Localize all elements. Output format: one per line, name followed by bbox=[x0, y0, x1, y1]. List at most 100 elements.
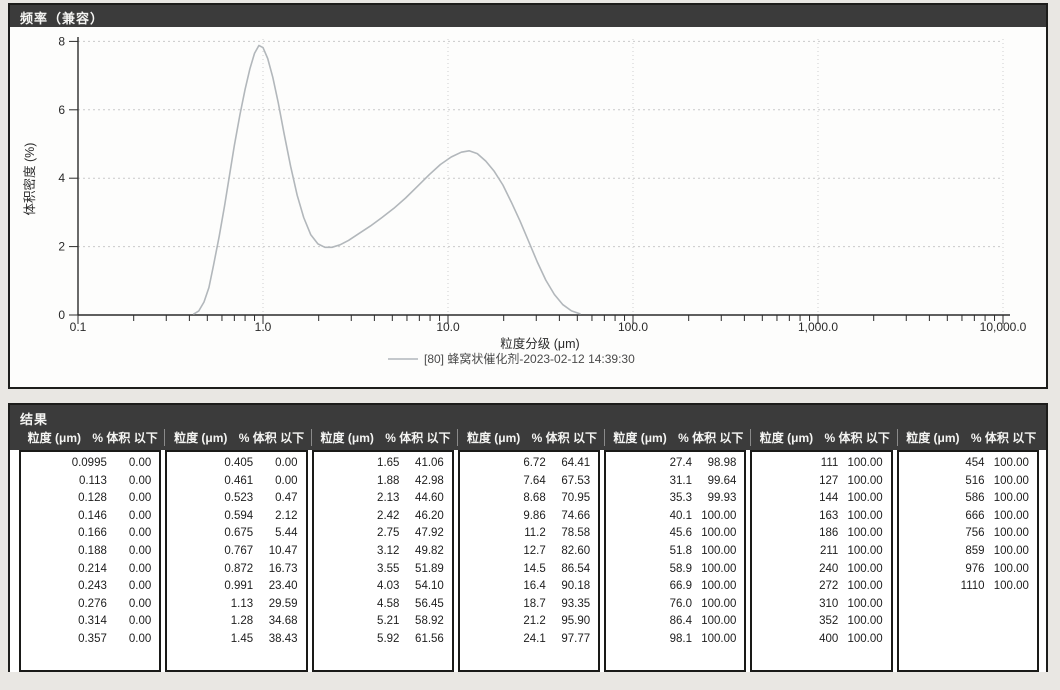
table-row: 35.399.93 bbox=[606, 490, 744, 508]
size-cell: 40.1 bbox=[606, 508, 696, 526]
column-header-pct: % 体积 以下 bbox=[90, 429, 161, 446]
y-tick-label: 4 bbox=[58, 171, 65, 185]
pct-cell: 70.95 bbox=[550, 490, 598, 508]
pct-cell: 0.00 bbox=[111, 508, 159, 526]
pct-cell: 100.00 bbox=[696, 613, 744, 631]
size-cell: 0.276 bbox=[21, 596, 111, 614]
size-cell: 0.214 bbox=[21, 561, 111, 579]
x-tick-label: 100.0 bbox=[618, 320, 648, 334]
size-cell: 0.594 bbox=[167, 508, 257, 526]
size-cell: 14.5 bbox=[460, 561, 550, 579]
table-row: 31.199.64 bbox=[606, 473, 744, 491]
column-header-pct: % 体积 以下 bbox=[968, 429, 1039, 446]
pct-cell: 0.00 bbox=[111, 613, 159, 631]
table-row: 0.1460.00 bbox=[21, 508, 159, 526]
size-cell: 8.68 bbox=[460, 490, 550, 508]
table-row: 0.2140.00 bbox=[21, 561, 159, 579]
chart-body: 024680.11.010.0100.01,000.010,000.0粒度分级 … bbox=[10, 27, 1046, 387]
size-cell: 0.872 bbox=[167, 561, 257, 579]
pct-cell: 100.00 bbox=[842, 508, 890, 526]
column-header-size: 粒度 (μm) bbox=[898, 429, 969, 446]
table-row: 4.5856.45 bbox=[314, 596, 452, 614]
pct-cell: 0.00 bbox=[111, 561, 159, 579]
table-row: 14.586.54 bbox=[460, 561, 598, 579]
size-cell: 18.7 bbox=[460, 596, 550, 614]
table-row: 0.1880.00 bbox=[21, 543, 159, 561]
pct-cell: 23.40 bbox=[257, 578, 305, 596]
y-tick-label: 2 bbox=[58, 240, 65, 254]
pct-cell: 100.00 bbox=[696, 525, 744, 543]
size-cell: 186 bbox=[752, 525, 842, 543]
size-cell: 454 bbox=[899, 455, 989, 473]
size-cell: 400 bbox=[752, 631, 842, 649]
pct-cell: 100.00 bbox=[989, 543, 1037, 561]
column-header-pct: % 体积 以下 bbox=[383, 429, 454, 446]
size-cell: 586 bbox=[899, 490, 989, 508]
y-axis-label: 体积密度 (%) bbox=[22, 143, 37, 216]
pct-cell: 41.06 bbox=[403, 455, 451, 473]
pct-cell: 95.90 bbox=[550, 613, 598, 631]
table-row: 51.8100.00 bbox=[606, 543, 744, 561]
size-cell: 1.45 bbox=[167, 631, 257, 649]
size-cell: 3.55 bbox=[314, 561, 404, 579]
table-row: 0.1130.00 bbox=[21, 473, 159, 491]
pct-cell: 0.00 bbox=[111, 543, 159, 561]
pct-cell: 100.00 bbox=[989, 473, 1037, 491]
pct-cell: 100.00 bbox=[696, 596, 744, 614]
size-cell: 0.146 bbox=[21, 508, 111, 526]
chart-panel-title: 频率（兼容） bbox=[10, 5, 1046, 27]
table-row: 1.4538.43 bbox=[167, 631, 305, 649]
results-table-column: 6.7264.417.6467.538.6870.959.8674.6611.2… bbox=[458, 450, 600, 672]
pct-cell: 46.20 bbox=[403, 508, 451, 526]
pct-cell: 51.89 bbox=[403, 561, 451, 579]
size-cell: 21.2 bbox=[460, 613, 550, 631]
pct-cell: 100.00 bbox=[696, 631, 744, 649]
table-row: 0.6755.44 bbox=[167, 525, 305, 543]
pct-cell: 100.00 bbox=[842, 631, 890, 649]
size-cell: 0.188 bbox=[21, 543, 111, 561]
table-row: 352100.00 bbox=[752, 613, 890, 631]
size-cell: 5.92 bbox=[314, 631, 404, 649]
pct-cell: 100.00 bbox=[842, 490, 890, 508]
table-row: 12.782.60 bbox=[460, 543, 598, 561]
pct-cell: 0.47 bbox=[257, 490, 305, 508]
size-cell: 1.88 bbox=[314, 473, 404, 491]
distribution-curve bbox=[193, 46, 580, 315]
results-table-column: 27.498.9831.199.6435.399.9340.1100.0045.… bbox=[604, 450, 746, 672]
size-cell: 666 bbox=[899, 508, 989, 526]
column-header-group: 粒度 (μm)% 体积 以下 bbox=[311, 429, 453, 446]
column-header-group: 粒度 (μm)% 体积 以下 bbox=[164, 429, 306, 446]
x-axis-label: 粒度分级 (μm) bbox=[500, 336, 579, 351]
pct-cell: 0.00 bbox=[111, 490, 159, 508]
column-header-group: 粒度 (μm)% 体积 以下 bbox=[19, 429, 160, 446]
table-row: 0.4050.00 bbox=[167, 455, 305, 473]
size-cell: 0.113 bbox=[21, 473, 111, 491]
table-row: 18.793.35 bbox=[460, 596, 598, 614]
column-header-group: 粒度 (μm)% 体积 以下 bbox=[604, 429, 746, 446]
table-row: 666100.00 bbox=[899, 508, 1037, 526]
pct-cell: 78.58 bbox=[550, 525, 598, 543]
x-tick-label: 10.0 bbox=[436, 320, 460, 334]
pct-cell: 99.64 bbox=[696, 473, 744, 491]
pct-cell: 58.92 bbox=[403, 613, 451, 631]
table-row: 6.7264.41 bbox=[460, 455, 598, 473]
column-header-size: 粒度 (μm) bbox=[19, 429, 90, 446]
pct-cell: 100.00 bbox=[696, 561, 744, 579]
pct-cell: 100.00 bbox=[842, 473, 890, 491]
pct-cell: 0.00 bbox=[257, 473, 305, 491]
size-cell: 240 bbox=[752, 561, 842, 579]
results-table-column: 111100.00127100.00144100.00163100.001861… bbox=[750, 450, 892, 672]
size-cell: 111 bbox=[752, 455, 842, 473]
pct-cell: 0.00 bbox=[111, 525, 159, 543]
pct-cell: 38.43 bbox=[257, 631, 305, 649]
size-cell: 0.405 bbox=[167, 455, 257, 473]
size-cell: 27.4 bbox=[606, 455, 696, 473]
frequency-chart: 024680.11.010.0100.01,000.010,000.0粒度分级 … bbox=[10, 27, 1046, 387]
table-row: 586100.00 bbox=[899, 490, 1037, 508]
table-row: 16.490.18 bbox=[460, 578, 598, 596]
table-row: 976100.00 bbox=[899, 561, 1037, 579]
table-row: 0.4610.00 bbox=[167, 473, 305, 491]
results-table-column: 0.4050.000.4610.000.5230.470.5942.120.67… bbox=[165, 450, 307, 672]
pct-cell: 100.00 bbox=[989, 578, 1037, 596]
size-cell: 12.7 bbox=[460, 543, 550, 561]
